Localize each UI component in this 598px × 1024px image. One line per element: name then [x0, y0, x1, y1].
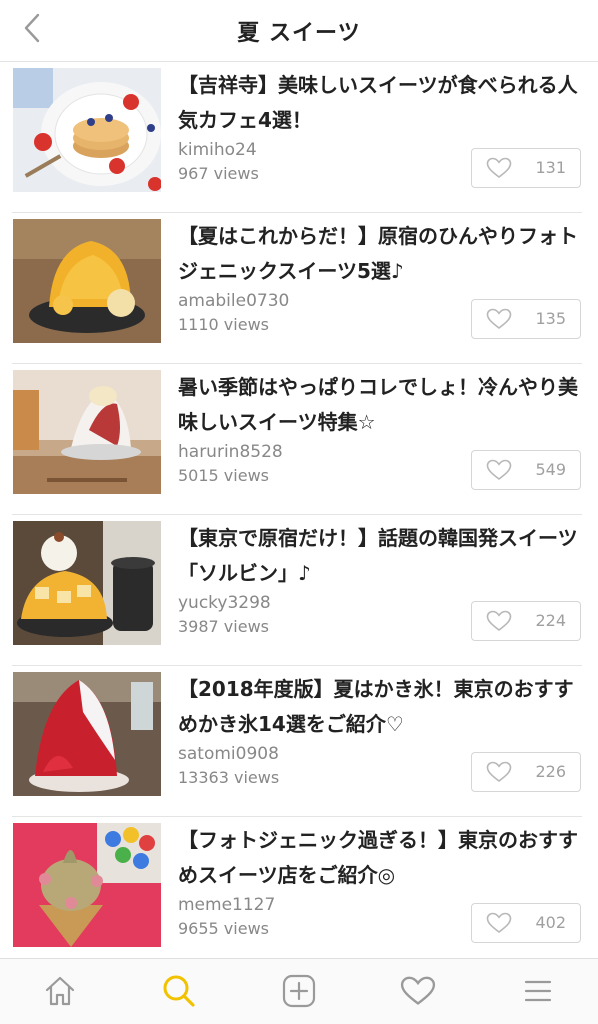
tab-favorites[interactable]: [398, 971, 438, 1011]
heart-icon: [486, 761, 512, 783]
article-author[interactable]: yucky3298: [178, 593, 271, 613]
article-author[interactable]: amabile0730: [178, 291, 289, 311]
article-views: 9655 views: [178, 919, 269, 938]
like-button[interactable]: 402: [471, 903, 581, 943]
article-thumbnail[interactable]: [13, 370, 161, 494]
header: 夏 スイーツ: [0, 0, 598, 62]
like-button[interactable]: 549: [471, 450, 581, 490]
like-button[interactable]: 131: [471, 148, 581, 188]
like-count: 549: [535, 460, 566, 479]
heart-icon: [400, 976, 436, 1005]
article-item[interactable]: 【夏はこれからだ！】原宿のひんやりフォトジェニックスイーツ5選♪ amabile…: [0, 213, 598, 364]
like-count: 135: [535, 309, 566, 328]
tab-search[interactable]: [159, 971, 199, 1011]
heart-icon: [486, 610, 512, 632]
add-icon: [282, 974, 316, 1008]
article-views: 13363 views: [178, 768, 280, 787]
heart-icon: [486, 912, 512, 934]
heart-icon: [486, 157, 512, 179]
article-title[interactable]: 暑い季節はやっぱりコレでしょ！冷んやり美味しいスイーツ特集☆: [178, 370, 588, 440]
article-thumbnail[interactable]: [13, 68, 161, 192]
like-count: 224: [535, 611, 566, 630]
tab-add[interactable]: [279, 971, 319, 1011]
article-item[interactable]: 【2018年度版】夏はかき氷！東京のおすすめかき氷14選をご紹介♡ satomi…: [0, 666, 598, 817]
like-button[interactable]: 135: [471, 299, 581, 339]
article-author[interactable]: satomi0908: [178, 744, 279, 764]
article-list[interactable]: 【吉祥寺】美味しいスイーツが食べられる人気カフェ4選！ kimiho24 967…: [0, 62, 598, 958]
tab-home[interactable]: [40, 971, 80, 1011]
like-count: 402: [535, 913, 566, 932]
like-button[interactable]: 226: [471, 752, 581, 792]
article-thumbnail[interactable]: [13, 521, 161, 645]
home-icon: [45, 976, 75, 1006]
tab-menu[interactable]: [518, 971, 558, 1011]
article-author[interactable]: kimiho24: [178, 140, 257, 160]
article-views: 5015 views: [178, 466, 269, 485]
article-thumbnail[interactable]: [13, 672, 161, 796]
article-views: 967 views: [178, 164, 259, 183]
article-views: 1110 views: [178, 315, 269, 334]
article-author[interactable]: harurin8528: [178, 442, 283, 462]
search-icon: [163, 975, 195, 1007]
article-item[interactable]: 【フォトジェニック過ぎる！】東京のおすすめスイーツ店をご紹介◎ meme1127…: [0, 817, 598, 958]
bottom-tab-bar: [0, 958, 598, 1024]
like-count: 226: [535, 762, 566, 781]
article-item[interactable]: 【東京で原宿だけ！】話題の韓国発スイーツ「ソルビン」♪ yucky3298 39…: [0, 515, 598, 666]
like-count: 131: [535, 158, 566, 177]
article-thumbnail[interactable]: [13, 823, 161, 947]
article-title[interactable]: 【2018年度版】夏はかき氷！東京のおすすめかき氷14選をご紹介♡: [178, 672, 588, 742]
heart-icon: [486, 459, 512, 481]
article-title[interactable]: 【夏はこれからだ！】原宿のひんやりフォトジェニックスイーツ5選♪: [178, 219, 588, 289]
like-button[interactable]: 224: [471, 601, 581, 641]
back-button[interactable]: [14, 10, 50, 46]
article-title[interactable]: 【フォトジェニック過ぎる！】東京のおすすめスイーツ店をご紹介◎: [178, 823, 588, 893]
heart-icon: [486, 308, 512, 330]
article-title[interactable]: 【東京で原宿だけ！】話題の韓国発スイーツ「ソルビン」♪: [178, 521, 588, 591]
menu-icon: [524, 980, 552, 1002]
article-title[interactable]: 【吉祥寺】美味しいスイーツが食べられる人気カフェ4選！: [178, 68, 588, 138]
chevron-left-icon: [24, 13, 40, 43]
article-author[interactable]: meme1127: [178, 895, 275, 915]
article-item[interactable]: 暑い季節はやっぱりコレでしょ！冷んやり美味しいスイーツ特集☆ harurin85…: [0, 364, 598, 515]
article-thumbnail[interactable]: [13, 219, 161, 343]
article-views: 3987 views: [178, 617, 269, 636]
page-title: 夏 スイーツ: [237, 20, 361, 46]
article-item[interactable]: 【吉祥寺】美味しいスイーツが食べられる人気カフェ4選！ kimiho24 967…: [0, 62, 598, 213]
